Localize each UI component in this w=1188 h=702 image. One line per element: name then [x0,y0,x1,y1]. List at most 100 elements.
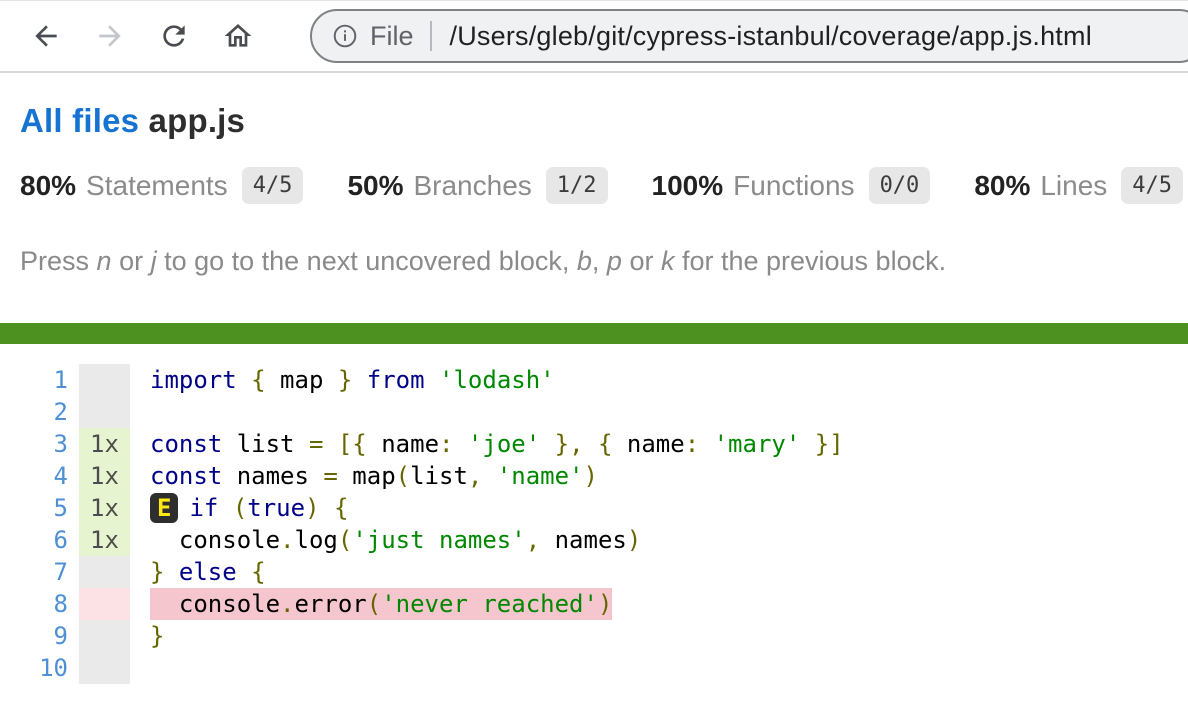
line-number-gap [68,396,79,428]
address-bar[interactable]: File /Users/gleb/git/cypress-istanbul/co… [310,9,1188,63]
coverage-stat: 80% Lines 4/5 [974,167,1184,204]
execution-count [79,588,130,620]
help-text-segment: for the previous block. [674,246,947,276]
code-token: from [366,366,425,394]
code-line: } else { [130,556,266,588]
code-token: ) [583,462,598,490]
code-line-row: 9} [0,620,1188,652]
code-line-row: 3 1x const list = [{ name: 'joe' }, { name… [0,428,1188,460]
stat-label: Functions [733,169,855,201]
execution-count: 1x [79,492,130,524]
execution-count [79,620,130,652]
code-token: { [251,558,266,586]
line-number-gap [68,620,79,652]
code-token: 'lodash' [439,366,555,394]
code-token: . [280,590,295,618]
address-separator [429,21,432,51]
code-token: list [410,462,468,490]
code-token: 'name' [496,462,584,490]
code-token: names [222,462,324,490]
line-number-gap [68,428,79,460]
reload-icon [163,25,185,47]
help-text-segment: to go to the next uncovered block, [156,246,577,276]
stat-fraction-badge: 4/5 [1121,167,1184,204]
page-info-icon[interactable] [332,23,358,49]
forward-button[interactable] [92,18,128,54]
stat-label: Branches [413,169,532,201]
code-token: } [150,558,165,586]
stat-label: Lines [1040,169,1108,201]
code-token: ( [232,494,248,522]
breadcrumb-all-files-link[interactable]: All files [20,102,139,139]
browser-toolbar: File /Users/gleb/git/cypress-istanbul/co… [0,0,1188,73]
line-number-gap [68,492,79,524]
code-token: { [251,366,266,394]
home-icon [224,24,252,47]
code-token: }] [814,430,844,458]
code-line-row: 8 console.error('never reached') [0,588,1188,620]
code-token: = [308,430,324,458]
url-scheme-label: File [370,20,414,51]
shortcut-key: b [576,246,592,276]
code-token: 'mary' [713,430,801,458]
execution-count [79,556,130,588]
page-title: All files app.js [20,102,1168,140]
execution-count: 1x [79,428,130,460]
stat-percentage: 100% [651,169,724,201]
line-number: 4 [53,462,68,490]
home-button[interactable] [220,18,256,54]
code-token: console [150,526,281,554]
code-token: = [323,462,338,490]
code-token: ) [626,526,642,554]
code-token: const [150,430,223,458]
line-number: 10 [39,654,68,682]
code-token: [{ [337,430,367,458]
stat-fraction-badge: 4/5 [241,167,304,204]
stat-percentage: 50% [347,169,404,201]
back-arrow-icon [35,25,57,47]
coverage-stat: 80% Statements 4/5 [20,167,304,204]
code-token: names [540,526,627,554]
code-token: : [439,430,454,458]
code-line-row: 7} else { [0,556,1188,588]
code-token: }, [554,430,584,458]
code-token: ) [597,590,613,618]
back-button[interactable] [28,18,64,54]
help-text-segment: or [111,246,151,276]
code-token: ( [366,590,382,618]
line-number: 2 [53,398,68,426]
url-path[interactable]: /Users/gleb/git/cypress-istanbul/coverag… [450,21,1092,52]
help-text-segment: Press [20,246,97,276]
code-token: ( [395,462,411,490]
reload-button[interactable] [156,18,192,54]
line-number-gap [68,364,79,396]
line-number-gap [68,652,79,684]
code-line: const list = [{ name: 'joe' }, { name: '… [130,428,844,460]
code-line-row: 10 [0,652,1188,684]
execution-count [79,364,130,396]
code-token: 'just names' [352,526,526,554]
line-number: 3 [53,430,68,458]
code-token: map [337,462,396,490]
code-token: list [222,430,309,458]
code-token: : [684,430,700,458]
code-token: ) [305,494,320,522]
source-code-view: 1 import { map } from 'lodash' 2 3 1x const l… [0,364,1188,684]
execution-count: 1x [79,460,130,492]
help-text-segment: , [591,246,607,276]
code-token: } [150,622,165,650]
coverage-stats-row: 80% Statements 4/5 50% Branches 1/2 100% Functi… [20,167,1184,204]
code-line: console.log('just names', names) [130,524,641,556]
file-name: app.js [148,102,246,139]
stat-fraction-badge: 0/0 [868,167,931,204]
coverage-status-bar [0,323,1188,344]
shortcut-key: k [660,246,675,276]
